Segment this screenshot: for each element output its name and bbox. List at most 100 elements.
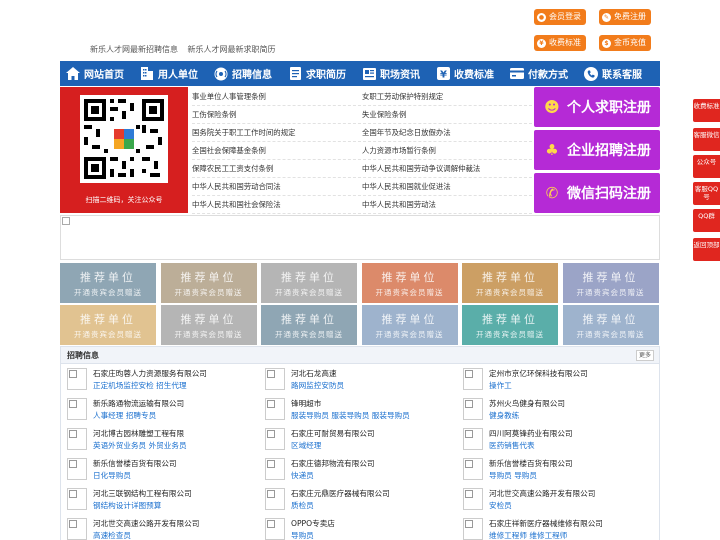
company-name[interactable]: 石家庄德邦物流有限公司 (291, 458, 375, 469)
job-listing[interactable]: 定州市京亿环保科技有限公司 操作工 (457, 365, 647, 395)
company-name[interactable]: 石家庄可耐贸易有限公司 (291, 428, 375, 439)
company-name[interactable]: 新乐信誉楼百货有限公司 (93, 458, 177, 469)
login-button[interactable]: ● 会员登录 (534, 9, 586, 25)
nav-home[interactable]: 网站首页 (60, 61, 134, 86)
recommended-employer-slot[interactable]: 推荐单位 开通贵宾会员赠送 (261, 263, 357, 303)
company-name[interactable]: 新乐路通物流运输有限公司 (93, 398, 184, 409)
job-positions[interactable]: 健身教练 (489, 410, 519, 421)
recommended-employer-slot[interactable]: 推荐单位 开通贵宾会员赠送 (60, 305, 156, 345)
side-wechat-service[interactable]: 客服微信 (693, 128, 720, 151)
nav-payment[interactable]: 付款方式 (504, 61, 578, 86)
job-positions[interactable]: 导购员 导购员 (489, 470, 537, 481)
ad-banner[interactable] (60, 215, 660, 260)
recommended-employer-slot[interactable]: 推荐单位 开通贵宾会员赠送 (462, 263, 558, 303)
policy-link[interactable]: 保障农民工工资支付条例 (192, 160, 362, 177)
job-listing[interactable]: 石家庄祥新医疗器械维修有限公司 维修工程师 维修工程师 (457, 515, 647, 540)
job-positions[interactable]: 日化导购员 (93, 470, 131, 481)
job-listing[interactable]: 河北石龙高速 路网监控安防员 (259, 365, 449, 395)
policy-link[interactable]: 人力资源市场暂行条例 (362, 142, 532, 159)
job-positions[interactable]: 英语外贸业务员 外贸业务员 (93, 440, 187, 451)
recommended-employer-slot[interactable]: 推荐单位 开通贵宾会员赠送 (160, 305, 257, 345)
policy-link[interactable]: 国务院关于职工工作时间的规定 (192, 124, 362, 141)
company-name[interactable]: 河北世交高速公路开发有限公司 (93, 518, 199, 529)
job-positions[interactable]: 安检员 (489, 500, 512, 511)
company-name[interactable]: 河北石龙高速 (291, 368, 337, 379)
job-positions[interactable]: 钢结构设计详图预算 (93, 500, 161, 511)
policy-link[interactable]: 失业保险条例 (362, 106, 532, 123)
job-positions[interactable]: 维修工程师 维修工程师 (489, 530, 567, 540)
side-qq-group[interactable]: QQ群 (693, 209, 720, 232)
company-name[interactable]: OPPO专卖店 (291, 518, 335, 529)
job-listing[interactable]: 四川阿莫锋药业有限公司 医药销售代表 (457, 425, 647, 455)
policy-link[interactable]: 女职工劳动保护特别规定 (362, 88, 532, 105)
policy-link[interactable]: 事业单位人事管理条例 (192, 88, 362, 105)
company-name[interactable]: 锋明超市 (291, 398, 321, 409)
wechat-register-button[interactable]: ✆ 微信扫码注册 (534, 173, 660, 213)
job-positions[interactable]: 质检员 (291, 500, 314, 511)
side-pricing[interactable]: 收费标准 (693, 99, 720, 122)
job-positions[interactable]: 操作工 (489, 380, 512, 391)
recommended-employer-slot[interactable]: 推荐单位 开通贵宾会员赠送 (562, 263, 659, 303)
company-name[interactable]: 新乐信誉楼百货有限公司 (489, 458, 573, 469)
company-name[interactable]: 河北博古园林雕塑工程有限 (93, 428, 184, 439)
job-listing[interactable]: 石家庄德邦物流有限公司 快递员 (259, 455, 449, 485)
nav-resumes[interactable]: 求职简历 (282, 61, 356, 86)
side-qq-service[interactable]: 客服QQ号 (693, 182, 720, 205)
job-positions[interactable]: 路网监控安防员 (291, 380, 344, 391)
recommended-employer-slot[interactable]: 推荐单位 开通贵宾会员赠送 (261, 305, 357, 345)
job-listing[interactable]: 苏州火鸟健身有限公司 健身教练 (457, 395, 647, 425)
job-positions[interactable]: 区域经理 (291, 440, 321, 451)
policy-link[interactable]: 工伤保险条例 (192, 106, 362, 123)
job-listing[interactable]: 锋明超市 服装导购员 服装导购员 服装导购员 (259, 395, 449, 425)
job-listing[interactable]: 石家庄昀蓉人力资源服务有限公司 正定机场监控安检 招生代理 (61, 365, 251, 395)
nav-jobs[interactable]: 招聘信息 (208, 61, 282, 86)
policy-link[interactable]: 中华人民共和国社会保险法 (192, 196, 362, 213)
recommended-employer-slot[interactable]: 推荐单位 开通贵宾会员赠送 (462, 305, 558, 345)
policy-link[interactable]: 中华人民共和国就业促进法 (362, 178, 532, 195)
policy-link[interactable]: 全国年节及纪念日放假办法 (362, 124, 532, 141)
job-listing[interactable]: 河北世交高速公路开发有限公司 安检员 (457, 485, 647, 515)
job-listing[interactable]: 新乐路通物流运输有限公司 人事经理 招聘专员 (61, 395, 251, 425)
job-listing[interactable]: 新乐信誉楼百货有限公司 导购员 导购员 (457, 455, 647, 485)
company-name[interactable]: 定州市京亿环保科技有限公司 (489, 368, 588, 379)
company-name[interactable]: 苏州火鸟健身有限公司 (489, 398, 565, 409)
job-positions[interactable]: 医药销售代表 (489, 440, 535, 451)
latest-jobs-link[interactable]: 新乐人才网最新招聘信息 (90, 45, 178, 54)
company-name[interactable]: 河北三联钢结构工程有限公司 (93, 488, 192, 499)
company-name[interactable]: 石家庄昀蓉人力资源服务有限公司 (93, 368, 207, 379)
company-name[interactable]: 河北世交高速公路开发有限公司 (489, 488, 595, 499)
policy-link[interactable]: 中华人民共和国劳动法 (362, 196, 532, 213)
side-official-account[interactable]: 公众号 (693, 155, 720, 178)
job-listing[interactable]: 新乐信誉楼百货有限公司 日化导购员 (61, 455, 251, 485)
nav-news[interactable]: 职场资讯 (356, 61, 430, 86)
register-button[interactable]: ✎ 免费注册 (599, 9, 651, 25)
recommended-employer-slot[interactable]: 推荐单位 开通贵宾会员赠送 (60, 263, 156, 303)
job-positions[interactable]: 人事经理 招聘专员 (93, 410, 156, 421)
recharge-button[interactable]: $ 金币充值 (599, 35, 651, 51)
job-positions[interactable]: 高速检查员 (93, 530, 131, 540)
company-register-button[interactable]: ♣ 企业招聘注册 (534, 130, 660, 170)
more-link[interactable]: 更多 (635, 350, 654, 361)
pricing-button[interactable]: ¥ 收费标准 (534, 35, 586, 51)
policy-link[interactable]: 中华人民共和国劳动争议调解仲裁法 (362, 160, 532, 177)
policy-link[interactable]: 全国社会保障基金条例 (192, 142, 362, 159)
side-back-to-top[interactable]: 返回顶部 (693, 238, 720, 261)
job-listing[interactable]: OPPO专卖店 导购员 (259, 515, 449, 540)
recommended-employer-slot[interactable]: 推荐单位 开通贵宾会员赠送 (562, 305, 659, 345)
job-positions[interactable]: 快递员 (291, 470, 314, 481)
company-name[interactable]: 石家庄祥新医疗器械维修有限公司 (489, 518, 603, 529)
job-listing[interactable]: 河北世交高速公路开发有限公司 高速检查员 (61, 515, 251, 540)
job-positions[interactable]: 导购员 (291, 530, 314, 540)
job-listing[interactable]: 石家庄可耐贸易有限公司 区域经理 (259, 425, 449, 455)
job-positions[interactable]: 正定机场监控安检 招生代理 (93, 380, 187, 391)
latest-resumes-link[interactable]: 新乐人才网最新求职简历 (188, 45, 276, 54)
nav-employers[interactable]: 用人单位 (134, 61, 208, 86)
policy-link[interactable]: 中华人民共和国劳动合同法 (192, 178, 362, 195)
recommended-employer-slot[interactable]: 推荐单位 开通贵宾会员赠送 (361, 305, 458, 345)
personal-register-button[interactable]: ☻ 个人求职注册 (534, 87, 660, 127)
job-listing[interactable]: 石家庄元鼎医疗器械有限公司 质检员 (259, 485, 449, 515)
job-positions[interactable]: 服装导购员 服装导购员 服装导购员 (291, 410, 410, 421)
company-name[interactable]: 四川阿莫锋药业有限公司 (489, 428, 573, 439)
job-listing[interactable]: 河北博古园林雕塑工程有限 英语外贸业务员 外贸业务员 (61, 425, 251, 455)
job-listing[interactable]: 河北三联钢结构工程有限公司 钢结构设计详图预算 (61, 485, 251, 515)
